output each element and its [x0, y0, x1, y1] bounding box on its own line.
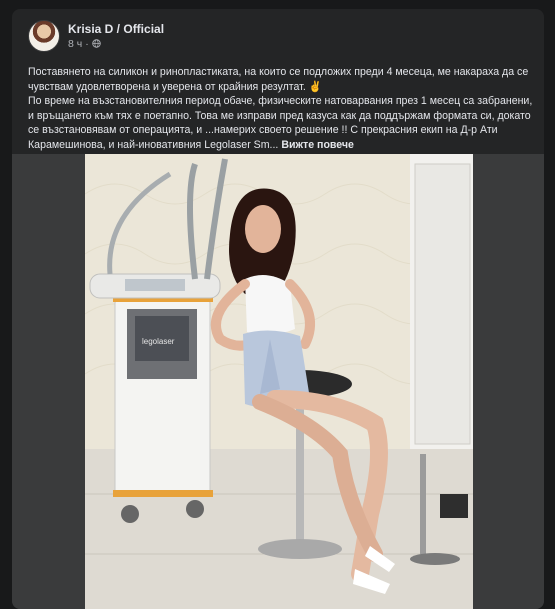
photo-illustration: legolaser [85, 154, 473, 609]
meta-separator: · [85, 37, 89, 50]
globe-icon [92, 39, 101, 48]
post-time[interactable]: 8 ч [68, 37, 82, 51]
post-photo[interactable]: legolaser [12, 154, 544, 609]
author-name[interactable]: Krisia D / Official [68, 22, 164, 37]
post-text: Поставянето на силикон и ринопластиката,… [28, 65, 533, 152]
post-text-paragraph-2: По време на възстановителния период обач… [28, 94, 533, 152]
post-header: Krisia D / Official 8 ч · [28, 19, 164, 53]
post-card: Krisia D / Official 8 ч · Поставянето на… [12, 9, 544, 609]
see-more-link[interactable]: Вижте повече [281, 139, 354, 151]
post-text-paragraph-1: Поставянето на силикон и ринопластиката,… [28, 66, 529, 93]
avatar[interactable] [28, 20, 60, 52]
post-meta: 8 ч · [68, 37, 164, 51]
photo-content: legolaser [85, 154, 473, 609]
device-brand-label: legolaser [142, 337, 175, 346]
author-block: Krisia D / Official 8 ч · [68, 22, 164, 51]
